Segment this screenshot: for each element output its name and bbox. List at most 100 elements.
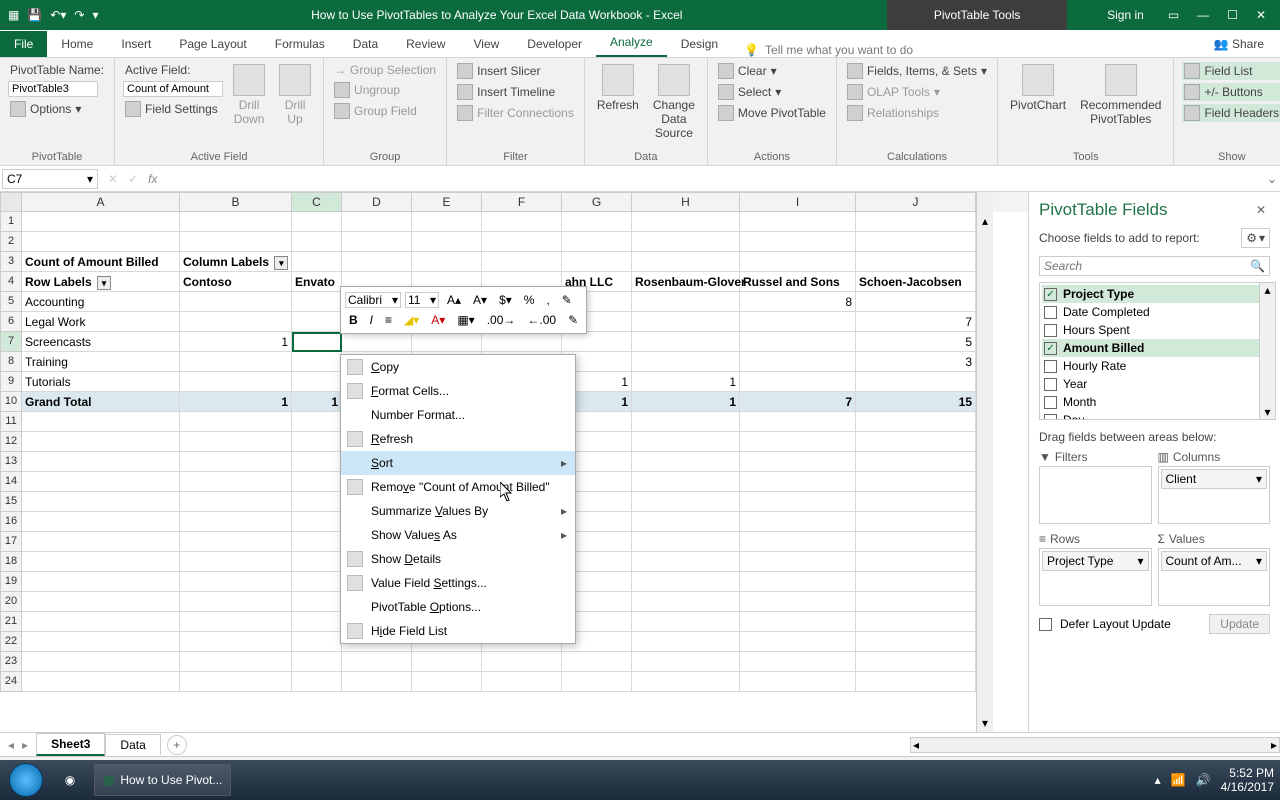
row-header-1[interactable]: 1: [0, 212, 22, 232]
field-headers-toggle[interactable]: Field Headers: [1182, 104, 1280, 122]
cell-E3[interactable]: [412, 252, 482, 272]
cell-H15[interactable]: [632, 492, 740, 512]
row-header-8[interactable]: 8: [0, 352, 22, 372]
tab-page-layout[interactable]: Page Layout: [165, 31, 260, 57]
cell-J20[interactable]: [856, 592, 976, 612]
row-header-18[interactable]: 18: [0, 552, 22, 572]
ctx-show-values-as[interactable]: Show Values As▸: [341, 523, 575, 547]
cell-I12[interactable]: [740, 432, 856, 452]
cell-I13[interactable]: [740, 452, 856, 472]
options-button[interactable]: Options ▾: [8, 100, 106, 118]
cell-B7[interactable]: 1: [180, 332, 292, 352]
row-header-16[interactable]: 16: [0, 512, 22, 532]
fields-tools-button[interactable]: ⚙▾: [1241, 228, 1270, 248]
cell-A4[interactable]: Row Labels ▾: [22, 272, 180, 292]
cell-H6[interactable]: [632, 312, 740, 332]
field-checkbox[interactable]: [1044, 414, 1057, 421]
save-icon[interactable]: 💾: [27, 8, 42, 22]
insert-timeline-button[interactable]: Insert Timeline: [455, 83, 576, 101]
cell-C1[interactable]: [292, 212, 342, 232]
field-checkbox[interactable]: [1044, 306, 1057, 319]
row-header-7[interactable]: 7: [0, 332, 22, 352]
tray-date[interactable]: 4/16/2017: [1221, 780, 1274, 794]
field-day[interactable]: Day: [1042, 411, 1273, 420]
cell-J4[interactable]: Schoen-Jacobsen: [856, 272, 976, 292]
cell-I23[interactable]: [740, 652, 856, 672]
cell-C8[interactable]: [292, 352, 342, 372]
accounting-format-icon[interactable]: $▾: [495, 291, 516, 309]
cell-H22[interactable]: [632, 632, 740, 652]
cell-J24[interactable]: [856, 672, 976, 692]
row-header-22[interactable]: 22: [0, 632, 22, 652]
cell-A16[interactable]: [22, 512, 180, 532]
add-sheet-button[interactable]: +: [167, 735, 187, 755]
cell-J5[interactable]: [856, 292, 976, 312]
italic-icon[interactable]: I: [366, 311, 377, 329]
cell-I5[interactable]: 8: [740, 292, 856, 312]
columns-chip-client[interactable]: Client▾: [1161, 469, 1268, 489]
filters-area[interactable]: ▼Filters: [1039, 448, 1152, 524]
cell-D2[interactable]: [342, 232, 412, 252]
comma-format-icon[interactable]: ,: [542, 291, 553, 309]
cell-E23[interactable]: [412, 652, 482, 672]
cell-H7[interactable]: [632, 332, 740, 352]
cell-H4[interactable]: Rosenbaum-Glover: [632, 272, 740, 292]
plusminus-toggle[interactable]: +/- Buttons: [1182, 83, 1280, 101]
cell-A19[interactable]: [22, 572, 180, 592]
cell-B4[interactable]: Contoso: [180, 272, 292, 292]
ctx-refresh[interactable]: Refresh: [341, 427, 575, 451]
cell-H24[interactable]: [632, 672, 740, 692]
cell-A6[interactable]: Legal Work: [22, 312, 180, 332]
sign-in-link[interactable]: Sign in: [1107, 8, 1144, 22]
cell-B19[interactable]: [180, 572, 292, 592]
cell-J12[interactable]: [856, 432, 976, 452]
cell-J18[interactable]: [856, 552, 976, 572]
tab-developer[interactable]: Developer: [513, 31, 596, 57]
cell-C20[interactable]: [292, 592, 342, 612]
ribbon-display-icon[interactable]: ▭: [1168, 8, 1179, 22]
cell-J8[interactable]: 3: [856, 352, 976, 372]
mini-font-family[interactable]: Calibri▾: [345, 292, 401, 308]
qat-more-icon[interactable]: ▾: [92, 8, 98, 22]
cell-I15[interactable]: [740, 492, 856, 512]
cell-I16[interactable]: [740, 512, 856, 532]
row-header-11[interactable]: 11: [0, 412, 22, 432]
row-header-5[interactable]: 5: [0, 292, 22, 312]
increase-decimal-icon[interactable]: .00→: [483, 311, 520, 329]
filter-dropdown-icon[interactable]: ▾: [274, 256, 288, 270]
formula-input[interactable]: [165, 170, 1264, 188]
cell-J19[interactable]: [856, 572, 976, 592]
cell-B18[interactable]: [180, 552, 292, 572]
cell-J22[interactable]: [856, 632, 976, 652]
field-checkbox[interactable]: [1044, 360, 1057, 373]
cell-I14[interactable]: [740, 472, 856, 492]
cell-A21[interactable]: [22, 612, 180, 632]
cell-B1[interactable]: [180, 212, 292, 232]
field-checkbox[interactable]: ✓: [1044, 288, 1057, 301]
redo-icon[interactable]: ↷: [74, 8, 84, 22]
defer-checkbox[interactable]: [1039, 618, 1052, 631]
cell-B8[interactable]: [180, 352, 292, 372]
field-date-completed[interactable]: Date Completed: [1042, 303, 1273, 321]
cell-I18[interactable]: [740, 552, 856, 572]
sheet-nav-prev-icon[interactable]: ◂: [8, 738, 14, 752]
close-pane-icon[interactable]: ✕: [1252, 203, 1270, 217]
scroll-up-icon[interactable]: ▴: [1264, 283, 1270, 297]
cell-J17[interactable]: [856, 532, 976, 552]
cell-J16[interactable]: [856, 512, 976, 532]
change-data-source-button[interactable]: Change Data Source: [649, 62, 699, 142]
row-header-17[interactable]: 17: [0, 532, 22, 552]
ctx-sort[interactable]: Sort▸: [341, 451, 575, 475]
col-header-I[interactable]: I: [740, 192, 856, 212]
cell-J15[interactable]: [856, 492, 976, 512]
scroll-down-icon[interactable]: ▾: [982, 716, 988, 730]
namebox-caret-icon[interactable]: ▾: [87, 172, 93, 186]
col-header-E[interactable]: E: [412, 192, 482, 212]
field-year[interactable]: Year: [1042, 375, 1273, 393]
move-pivot-button[interactable]: Move PivotTable: [716, 104, 828, 122]
cell-C3[interactable]: [292, 252, 342, 272]
tab-data[interactable]: Data: [339, 31, 392, 57]
network-icon[interactable]: 📶: [1171, 773, 1186, 787]
cell-G24[interactable]: [562, 672, 632, 692]
fields-scrollbar[interactable]: ▴▾: [1259, 283, 1275, 419]
